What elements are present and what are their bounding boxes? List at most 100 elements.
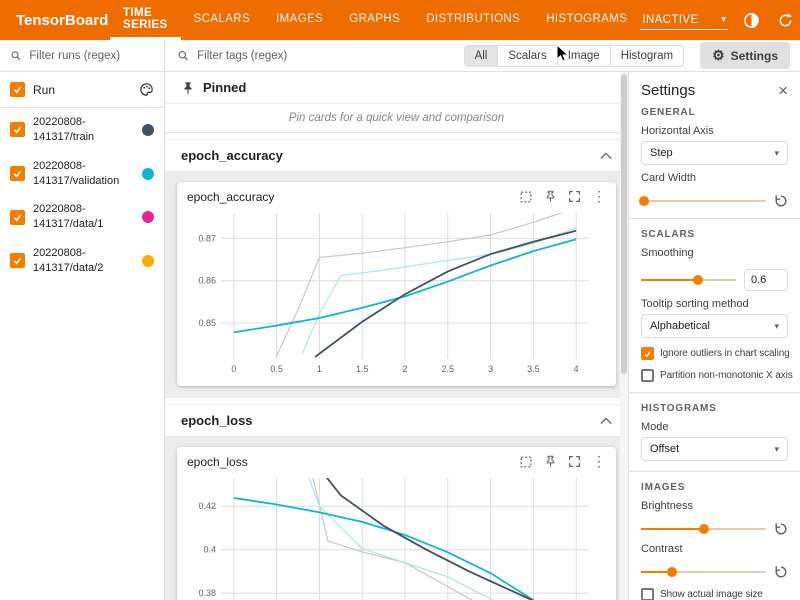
- fullscreen-icon[interactable]: [568, 455, 581, 468]
- settings-panel-title: Settings: [641, 82, 695, 99]
- partition-x-axis-label: Partition non-monotonic X axis: [660, 370, 793, 381]
- epoch-loss-chart[interactable]: 00.511.522.533.540.360.380.40.42: [187, 472, 599, 600]
- svg-text:0.5: 0.5: [270, 364, 283, 374]
- main-scrollbar[interactable]: [620, 72, 628, 600]
- search-icon: [177, 49, 189, 62]
- svg-text:0.85: 0.85: [198, 318, 216, 328]
- smoothing-slider[interactable]: [641, 279, 736, 281]
- content-row: Run 20220808-141317/train 20220808-14131…: [0, 72, 800, 600]
- images-section-label: IMAGES: [641, 482, 788, 493]
- svg-text:0.86: 0.86: [198, 276, 216, 286]
- svg-text:3: 3: [488, 364, 493, 374]
- reload-status-dropdown[interactable]: INACTIVE ▾: [640, 11, 728, 30]
- card-header: epoch_accuracy ⋮: [187, 188, 606, 205]
- tensorboard-app: TensorBoard TIME SERIES SCALARS IMAGES G…: [0, 0, 800, 600]
- reset-icon[interactable]: [774, 565, 788, 579]
- tag-filter-scalars[interactable]: Scalars: [498, 46, 557, 66]
- section-header-epoch-loss[interactable]: epoch_loss: [165, 404, 628, 437]
- general-section-label: GENERAL: [641, 107, 788, 118]
- partition-x-axis-row[interactable]: Partition non-monotonic X axis: [641, 369, 788, 382]
- settings-panel-header: Settings ×: [641, 82, 788, 99]
- section-header-epoch-accuracy[interactable]: epoch_accuracy: [165, 139, 628, 172]
- show-actual-size-row[interactable]: Show actual image size: [641, 588, 788, 600]
- runs-header-row: Run: [0, 72, 164, 108]
- palette-icon[interactable]: [139, 82, 154, 97]
- pin-card-icon[interactable]: [544, 455, 557, 468]
- contrast-theme-icon[interactable]: [740, 9, 762, 31]
- run-color-dot: [142, 168, 154, 180]
- tab-images[interactable]: IMAGES: [263, 0, 336, 40]
- ignore-outliers-checkbox[interactable]: [641, 347, 654, 360]
- scrollbar-thumb[interactable]: [621, 74, 627, 374]
- svg-text:0.4: 0.4: [203, 545, 216, 555]
- slider-thumb[interactable]: [699, 524, 709, 534]
- run-checkbox[interactable]: [10, 253, 25, 268]
- pinned-title: Pinned: [203, 80, 246, 95]
- run-name: 20220808-141317/data/1: [33, 202, 134, 232]
- show-actual-size-label: Show actual image size: [660, 589, 763, 600]
- smoothing-value-input[interactable]: [744, 269, 788, 291]
- settings-button[interactable]: ⚙ Settings: [700, 42, 790, 69]
- fullscreen-icon[interactable]: [568, 190, 581, 203]
- filter-tags-input[interactable]: [195, 49, 451, 63]
- run-row-train[interactable]: 20220808-141317/train: [0, 108, 164, 152]
- tag-type-filter-group: All Scalars Image Histogram: [464, 45, 685, 67]
- topbar-actions: INACTIVE ▾ ⚙ ?: [640, 0, 800, 40]
- refresh-icon[interactable]: [774, 9, 796, 31]
- tab-histograms[interactable]: HISTOGRAMS: [533, 0, 640, 40]
- chevron-down-icon: ▾: [774, 148, 779, 159]
- slider-thumb[interactable]: [693, 275, 703, 285]
- card-actions: ⋮: [519, 188, 606, 205]
- tooltip-sorting-select[interactable]: Alphabetical ▾: [641, 314, 788, 338]
- horizontal-axis-select[interactable]: Step ▾: [641, 141, 788, 165]
- tag-filter-all[interactable]: All: [465, 46, 499, 66]
- tab-graphs[interactable]: GRAPHS: [336, 0, 413, 40]
- run-checkbox[interactable]: [10, 210, 25, 225]
- chart-card-epoch-accuracy: epoch_accuracy ⋮ 00.511.522.533.540.850.…: [177, 182, 616, 386]
- partition-x-axis-checkbox[interactable]: [641, 369, 654, 382]
- select-all-runs-checkbox[interactable]: [10, 82, 25, 97]
- settings-panel: Settings × GENERAL Horizontal Axis Step …: [628, 72, 800, 600]
- more-options-icon[interactable]: ⋮: [592, 453, 606, 470]
- run-row-data-2[interactable]: 20220808-141317/data/2: [0, 239, 164, 283]
- slider-fill: [641, 528, 704, 530]
- slider-thumb[interactable]: [667, 567, 677, 577]
- run-row-data-1[interactable]: 20220808-141317/data/1: [0, 195, 164, 239]
- main-panel: Pinned Pin cards for a quick view and co…: [165, 72, 628, 600]
- slider-thumb[interactable]: [639, 196, 649, 206]
- brightness-slider[interactable]: [641, 528, 766, 530]
- svg-text:0: 0: [231, 364, 236, 374]
- svg-text:4: 4: [574, 364, 579, 374]
- svg-text:2.5: 2.5: [442, 364, 455, 374]
- filter-runs-input[interactable]: [27, 49, 154, 63]
- fit-domain-icon[interactable]: [519, 455, 533, 469]
- tab-time-series[interactable]: TIME SERIES: [110, 0, 181, 40]
- tab-distributions[interactable]: DISTRIBUTIONS: [413, 0, 533, 40]
- svg-text:0.87: 0.87: [198, 233, 216, 243]
- section-epoch-loss: epoch_loss epoch_loss ⋮: [165, 404, 628, 600]
- svg-text:1.5: 1.5: [356, 364, 369, 374]
- svg-text:2: 2: [402, 364, 407, 374]
- reset-icon[interactable]: [774, 194, 788, 208]
- show-actual-size-checkbox[interactable]: [641, 588, 654, 600]
- more-options-icon[interactable]: ⋮: [592, 188, 606, 205]
- run-row-validation[interactable]: 20220808-141317/validation: [0, 152, 164, 196]
- tab-scalars[interactable]: SCALARS: [181, 0, 264, 40]
- epoch-accuracy-chart[interactable]: 00.511.522.533.540.850.860.87: [187, 207, 599, 377]
- card-width-slider[interactable]: [641, 200, 766, 202]
- histogram-mode-select[interactable]: Offset ▾: [641, 437, 788, 461]
- svg-text:1: 1: [317, 364, 322, 374]
- brightness-label: Brightness: [641, 500, 788, 512]
- run-checkbox[interactable]: [10, 122, 25, 137]
- close-icon[interactable]: ×: [778, 82, 788, 99]
- reset-icon[interactable]: [774, 522, 788, 536]
- section-title: epoch_loss: [181, 413, 253, 428]
- tag-filter-image[interactable]: Image: [558, 46, 611, 66]
- run-checkbox[interactable]: [10, 166, 25, 181]
- ignore-outliers-row[interactable]: Ignore outliers in chart scaling: [641, 347, 788, 360]
- contrast-slider[interactable]: [641, 571, 766, 573]
- fit-domain-icon[interactable]: [519, 190, 533, 204]
- pin-card-icon[interactable]: [544, 190, 557, 203]
- contrast-row: [641, 565, 788, 579]
- tag-filter-histogram[interactable]: Histogram: [611, 46, 683, 66]
